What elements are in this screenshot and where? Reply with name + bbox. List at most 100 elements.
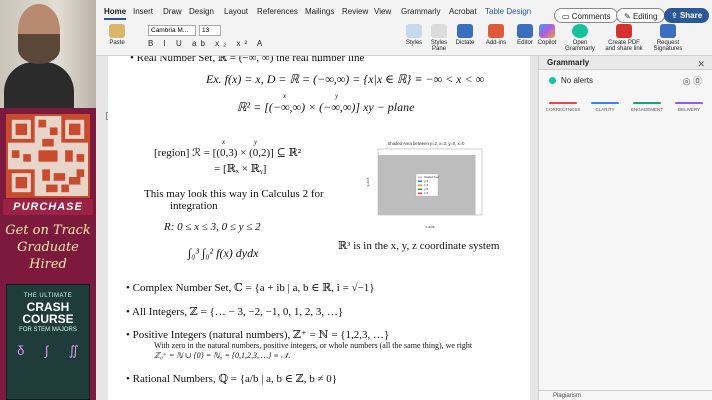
font-name-select[interactable]: Cambria M... (148, 25, 196, 36)
editing-label: Editing (632, 12, 658, 21)
format-buttons[interactable]: B I U ab x₂ x² A (148, 39, 266, 48)
category-label: CLARITY (595, 107, 615, 112)
tab-grammarly[interactable]: Grammarly (401, 7, 441, 16)
tab-mailings[interactable]: Mailings (305, 7, 334, 16)
real-number-line: • Real Number Set, ℝ = (−∞, ∞) the real … (130, 56, 365, 64)
delta-icon: δ (17, 343, 25, 358)
open-grammarly-button[interactable]: Open Grammarly (564, 24, 596, 52)
alerts-status: No alerts (549, 76, 593, 85)
ribbon-tabs: Home Insert Draw Design Layout Reference… (96, 4, 712, 23)
create-pdf-label: Create PDF and share link (605, 40, 643, 52)
promo-line: Hired (29, 257, 67, 272)
score-icon[interactable]: ⓪ (693, 76, 702, 86)
chart-legend: Shaded Areay=2x=3y=0x=0 (415, 173, 440, 197)
tab-view[interactable]: View (374, 7, 391, 16)
category-engagement[interactable]: ENGAGEMENT (629, 102, 665, 112)
check-icon (549, 77, 556, 84)
rational-number-line: • Rational Numbers, ℚ = {a/b | a, b ∈ ℤ,… (126, 373, 338, 385)
tab-table-design[interactable]: Table Design (485, 7, 531, 16)
tab-review[interactable]: Review (342, 7, 368, 16)
tab-draw[interactable]: Draw (163, 7, 182, 16)
comments-button[interactable]: ▭ Comments (554, 8, 619, 23)
paste-button[interactable]: Paste (106, 24, 128, 46)
chart-y-axis-label: y-axis (366, 177, 370, 186)
legend-swatch (418, 184, 422, 187)
dictate-label: Dictate (455, 40, 475, 46)
integers-line: • All Integers, ℤ = {… − 3, −2, −1, 0, 1… (126, 306, 344, 318)
create-pdf-button[interactable]: Create PDF and share link (604, 24, 644, 52)
qr-code[interactable] (6, 114, 90, 198)
pencil-icon: ✎ (624, 12, 633, 21)
grammarly-pane-header: Grammarly ✕ (539, 56, 712, 70)
share-button[interactable]: ⇪ Share (664, 8, 710, 23)
tab-insert[interactable]: Insert (133, 7, 153, 16)
region-x-label: x (222, 138, 226, 146)
purchase-banner[interactable]: PURCHASE (3, 199, 93, 215)
double-integral-line: ∫₀³ ∫₀² f(x) dydx (188, 246, 259, 260)
bounds-line: R: 0 ≤ x ≤ 3, 0 ≤ y ≤ 2 (164, 221, 261, 233)
copilot-icon (539, 24, 555, 38)
category-delivery[interactable]: DELIVERY (671, 102, 707, 112)
dictate-button[interactable]: Dictate (453, 24, 477, 46)
legend-entry: Shaded Area (424, 175, 440, 179)
legend-entry: x=3 (424, 183, 429, 187)
category-correctness[interactable]: CORRECTNESS (545, 102, 581, 112)
correctness-bar (549, 102, 577, 104)
editor-button[interactable]: Editor (515, 24, 535, 46)
delivery-bar (675, 102, 703, 104)
book-cover[interactable]: THE ULTIMATE CRASH COURSE FOR STEM MAJOR… (6, 284, 90, 400)
request-signatures-button[interactable]: Request Signatures (648, 24, 688, 52)
legend-entry: x=0 (424, 191, 429, 195)
legend-swatch (418, 192, 422, 195)
category-label: CORRECTNESS (545, 107, 581, 112)
webcam-feed (0, 0, 96, 108)
microphone-icon (457, 24, 473, 38)
promo-sidebar: PURCHASE Get on Track Graduate Hired THE… (0, 0, 96, 400)
copilot-button[interactable]: Copilot (536, 24, 558, 46)
share-icon: ⇪ (671, 11, 680, 20)
region-line: [region] ℛ = [(0,3) × (0,2)] ⊆ ℝ² (154, 147, 301, 159)
pane-tools: ◎ ⓪ (683, 74, 702, 87)
styles-pane-label: Styles Pane (430, 40, 448, 52)
region-line-2: = [ℝₓ × ℝᵧ] (214, 163, 267, 175)
styles-pane-button[interactable]: Styles Pane (428, 24, 450, 52)
editing-mode-button[interactable]: ✎ Editing (616, 8, 666, 23)
tab-home[interactable]: Home (104, 7, 127, 20)
target-icon[interactable]: ◎ (683, 76, 691, 86)
r2-y-label: y (335, 92, 339, 100)
promo-tagline: Get on Track Graduate Hired (0, 222, 96, 273)
book-title: CRASH COURSE (22, 300, 74, 326)
document-page[interactable]: • Real Number Set, ℝ = (−∞, ∞) the real … (108, 56, 530, 400)
zero-note-2: ℤ₀⁺ = ℕ ∪ {0} = ℕ₀ = {0,1,2,3, …} ≡ 𝒩. (154, 351, 291, 360)
signature-icon (660, 24, 676, 38)
qr-code-icon (8, 116, 88, 196)
open-grammarly-label: Open Grammarly (565, 40, 595, 52)
tab-references[interactable]: References (257, 7, 298, 16)
plagiarism-button[interactable]: Plagiarism (539, 390, 712, 400)
add-ins-label: Add-ins (485, 40, 507, 46)
promo-line: Get on Track (5, 223, 91, 238)
styles-button[interactable]: Styles (402, 24, 426, 46)
alerts-text: No alerts (561, 76, 594, 85)
r2-plane-line: ℝ² = [(−∞,∞) × (−∞,∞)] xy − plane (237, 100, 415, 114)
screen: PURCHASE Get on Track Graduate Hired THE… (0, 0, 712, 400)
editor-icon (517, 24, 533, 38)
styles-icon (406, 24, 422, 38)
styles-pane-icon (431, 24, 447, 38)
region-y-label: y (254, 138, 258, 146)
book-subtitle: FOR STEM MAJORS (19, 327, 77, 333)
category-clarity[interactable]: CLARITY (587, 102, 623, 112)
complex-number-line: • Complex Number Set, ℂ = {a + ib | a, b… (126, 282, 375, 294)
tab-acrobat[interactable]: Acrobat (449, 7, 477, 16)
calculus-note-2: integration (170, 200, 218, 212)
legend-swatch (418, 188, 422, 191)
book-top-text: THE ULTIMATE (23, 293, 73, 299)
paste-label: Paste (109, 40, 125, 46)
tab-design[interactable]: Design (189, 7, 214, 16)
tab-layout[interactable]: Layout (224, 7, 248, 16)
comment-icon: ▭ (562, 12, 572, 21)
add-ins-button[interactable]: Add-ins (484, 24, 508, 46)
close-icon[interactable]: ✕ (697, 57, 705, 71)
clarity-bar (591, 102, 619, 104)
font-size-select[interactable]: 13 (199, 25, 221, 36)
